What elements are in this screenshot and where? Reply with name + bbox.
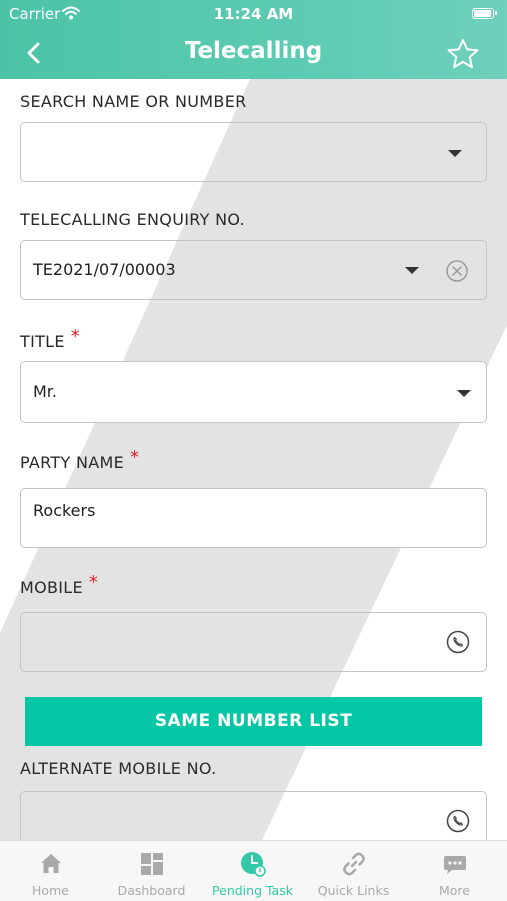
status-time: 11:24 AM: [213, 5, 294, 23]
tab-dashboard[interactable]: Dashboard: [101, 841, 202, 901]
clear-icon[interactable]: [446, 260, 468, 282]
dashboard-icon: [141, 853, 163, 875]
alternate-mobile-label: ALTERNATE MOBILE NO.: [20, 759, 217, 778]
dropdown-arrow-icon: [405, 267, 419, 274]
enquiry-dropdown[interactable]: TE2021/07/00003: [20, 240, 487, 300]
tab-label: Home: [32, 883, 69, 898]
page-title: Telecalling: [184, 38, 323, 64]
tab-label: Pending Task: [212, 883, 293, 898]
required-asterisk: *: [129, 447, 140, 468]
tab-label: Quick Links: [317, 883, 390, 898]
bottom-tab-bar: Home Dashboard Pending Task Quick Links: [0, 840, 507, 901]
enquiry-label: TELECALLING ENQUIRY NO.: [20, 210, 245, 229]
pending-task-icon: [241, 852, 266, 877]
title-value: Mr.: [33, 382, 57, 401]
party-name-value: Rockers: [33, 501, 96, 520]
mobile-label: MOBILE *: [20, 572, 99, 597]
form-content: SEARCH NAME OR NUMBER TELECALLING ENQUIR…: [0, 79, 507, 847]
phone-icon[interactable]: [446, 809, 470, 833]
search-dropdown[interactable]: [20, 122, 487, 182]
required-asterisk: *: [88, 572, 99, 593]
phone-icon[interactable]: [446, 630, 470, 654]
party-name-label: PARTY NAME *: [20, 447, 140, 472]
tab-more[interactable]: More: [404, 841, 505, 901]
link-icon: [343, 852, 365, 876]
app-header: Carrier 11:24 AM Telecalling: [0, 0, 507, 79]
favorite-star-icon[interactable]: [446, 37, 480, 71]
same-number-list-button[interactable]: SAME NUMBER LIST: [25, 697, 482, 746]
tab-home[interactable]: Home: [0, 841, 101, 901]
status-bar: Carrier 11:24 AM: [0, 0, 507, 28]
battery-icon: [472, 8, 497, 19]
navigation-bar: Telecalling: [0, 28, 507, 79]
tab-label: More: [439, 883, 470, 898]
home-icon: [41, 854, 61, 873]
dropdown-arrow-icon: [457, 390, 471, 397]
mobile-input[interactable]: [20, 612, 487, 672]
tab-label: Dashboard: [117, 883, 186, 898]
tab-quick-links[interactable]: Quick Links: [303, 841, 404, 901]
enquiry-value: TE2021/07/00003: [33, 260, 176, 279]
dropdown-arrow-icon: [448, 150, 462, 157]
party-name-input[interactable]: Rockers: [20, 488, 487, 548]
more-icon: [444, 856, 466, 874]
required-asterisk: *: [70, 326, 81, 347]
search-label: SEARCH NAME OR NUMBER: [20, 92, 247, 111]
alternate-mobile-input[interactable]: [20, 791, 487, 847]
title-label: TITLE *: [20, 326, 81, 351]
tab-pending-task[interactable]: Pending Task: [202, 841, 303, 901]
title-dropdown[interactable]: Mr.: [20, 361, 487, 423]
